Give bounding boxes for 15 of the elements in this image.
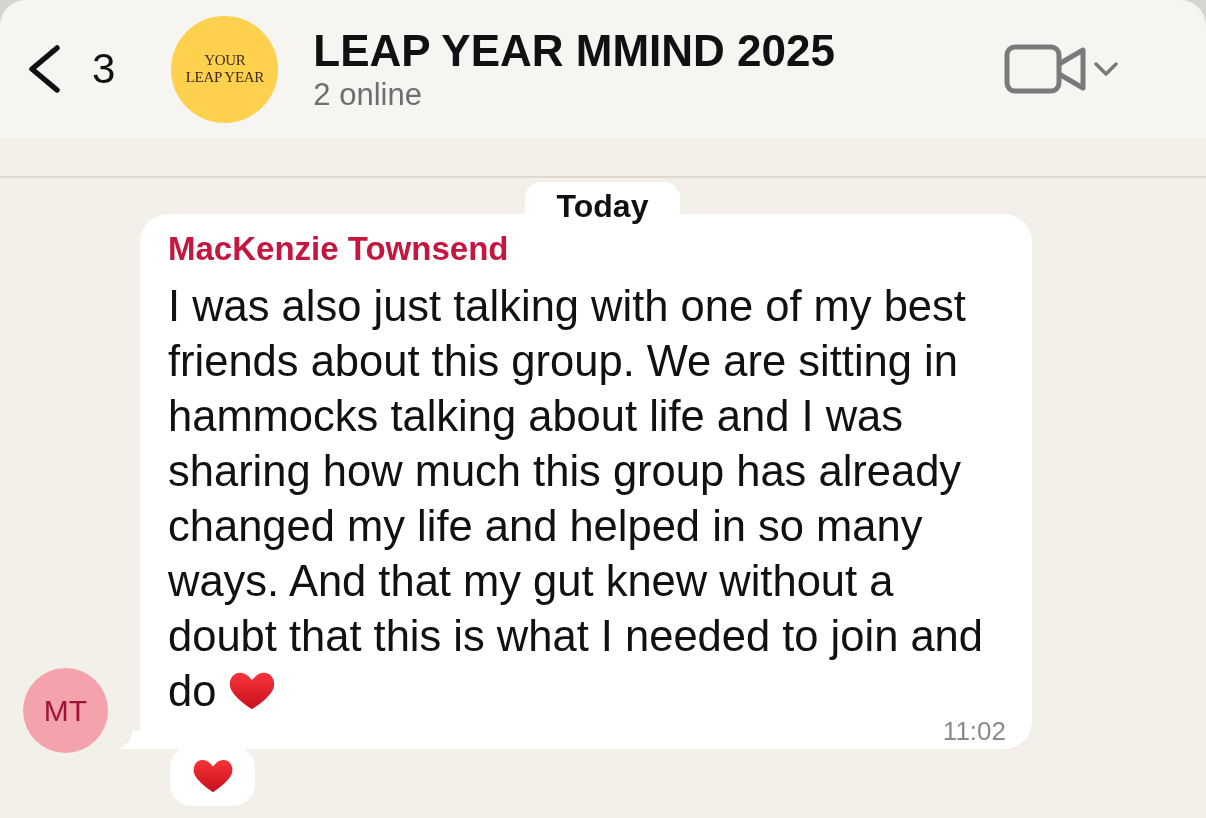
sender-name: MacKenzie Townsend: [168, 229, 510, 269]
back-button[interactable]: 3: [26, 39, 116, 99]
message-time: 11:02: [942, 717, 1006, 745]
video-camera-icon: [1004, 44, 1088, 94]
online-status: 2 online: [313, 77, 423, 113]
reaction-chip[interactable]: [170, 746, 255, 806]
chevron-left-icon: [26, 45, 62, 93]
avatar-logo-text: YOUR: [204, 52, 246, 69]
avatar-logo-text: LEAP YEAR: [185, 69, 264, 86]
group-title: LEAP YEAR MMIND 2025: [313, 25, 835, 77]
sender-avatar[interactable]: MT: [23, 668, 108, 753]
message-text: I was also just talking with one of my best friends about this group. We are sitting in hammocks talking about life and I was sharing how much this group has already changed my life and helped in so many ways. And that my gut knew without a doubt that this is what I needed to join and do: [168, 282, 983, 715]
video-call-button[interactable]: [1004, 44, 1118, 94]
caret-down-icon: [1094, 62, 1118, 76]
group-avatar[interactable]: YOUR LEAP YEAR: [171, 15, 279, 123]
